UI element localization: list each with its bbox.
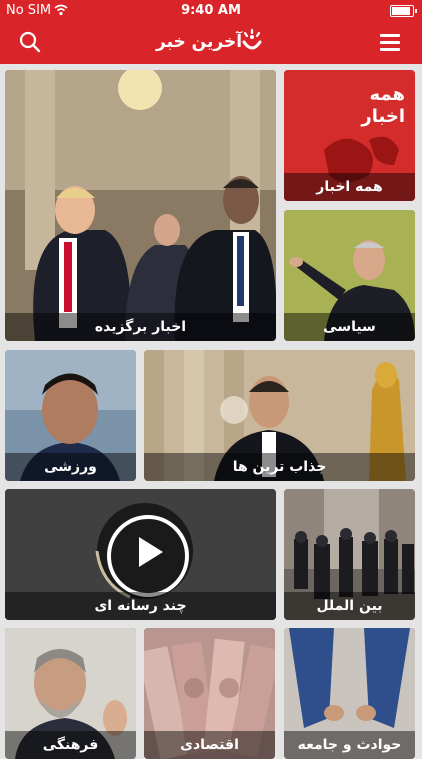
clock: 9:40 AM <box>181 3 241 18</box>
tile-sports[interactable]: ورزشی <box>5 350 136 481</box>
search-icon[interactable] <box>18 30 42 54</box>
tile-multimedia[interactable]: چند رسانه ای <box>5 489 276 620</box>
battery-icon <box>390 5 417 17</box>
tile-label: همه اخبار <box>316 179 383 195</box>
tile-label: چند رسانه ای <box>94 598 187 614</box>
tile-label: فرهنگی <box>42 737 99 753</box>
featured-news-image <box>5 70 276 341</box>
tile-international[interactable]: بین الملل <box>284 489 415 620</box>
tile-incidents[interactable]: حوادث و جامعه <box>284 628 415 759</box>
tile-featured-news[interactable]: اخبار برگزیده <box>5 70 276 341</box>
all-news-poster-text: همه اخبار <box>361 84 405 127</box>
tile-politics[interactable]: سیاسی <box>284 210 415 341</box>
tile-label: اقتصادی <box>180 737 239 753</box>
tile-label: جذاب ترین ها <box>232 459 327 475</box>
smile-logo-icon <box>242 28 262 50</box>
tile-all-news[interactable]: همه اخبار همه اخبار <box>284 70 415 201</box>
tile-economy[interactable]: اقتصادی <box>144 628 275 759</box>
logo-text: آخرین خبر <box>156 32 243 52</box>
hamburger-menu-icon[interactable] <box>380 34 400 51</box>
tile-culture[interactable]: فرهنگی <box>5 628 136 759</box>
tile-most-attractive[interactable]: جذاب ترین ها <box>144 350 415 481</box>
tile-label: حوادث و جامعه <box>297 737 402 753</box>
tile-label: بین الملل <box>316 598 383 614</box>
status-bar: No SIM 9:40 AM <box>0 0 422 22</box>
tile-label: سیاسی <box>323 319 376 335</box>
tile-label: اخبار برگزیده <box>94 319 187 335</box>
play-icon[interactable] <box>107 515 189 597</box>
tile-label: ورزشی <box>44 459 97 475</box>
app-header: آخرین خبر <box>0 22 422 64</box>
app-logo: آخرین خبر <box>150 28 270 58</box>
